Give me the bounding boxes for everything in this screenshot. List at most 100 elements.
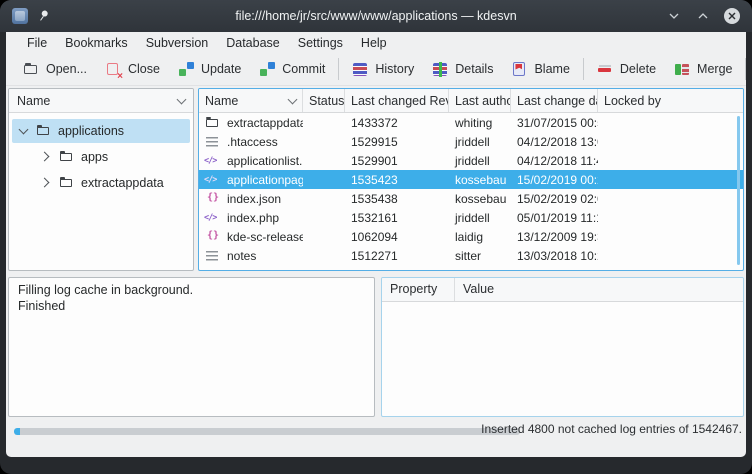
column-header-locked-by[interactable]: Locked by: [598, 89, 743, 112]
toolbar-button-merge[interactable]: Merge: [665, 56, 741, 82]
toolbar-button-label: Open...: [46, 62, 87, 76]
file-name-label: index.php: [227, 211, 279, 225]
file-author-cell: sitter: [449, 249, 511, 263]
file-name-label: applicationlist.php: [227, 154, 303, 168]
expand-chevron-icon[interactable]: [41, 151, 53, 163]
toolbar-button-blame[interactable]: Blame: [502, 56, 578, 82]
collapse-chevron-icon[interactable]: [18, 125, 30, 137]
toolbar-button-label: Blame: [534, 62, 569, 76]
progress-bar-fill: [14, 428, 20, 435]
file-name-cell: index.json: [199, 191, 303, 207]
column-header-last-author[interactable]: Last author: [449, 89, 511, 112]
folder-icon: [59, 149, 75, 165]
folder-icon: [205, 115, 221, 131]
toolbar: Open... CloseUpdateCommit HistoryDetails Bl…: [6, 53, 746, 86]
maximize-button[interactable]: [695, 8, 711, 24]
file-author-cell: laidig: [449, 230, 511, 244]
column-header-label: Locked by: [604, 94, 661, 108]
file-row-index-php[interactable]: index.php1532161jriddell05/01/2019 11:11: [199, 208, 743, 227]
file-name-cell: extractappdata: [199, 115, 303, 131]
menu-item-bookmarks[interactable]: Bookmarks: [56, 34, 137, 52]
file-name-label: applicationpage.php: [227, 173, 303, 187]
file-name-cell: applicationlist.php: [199, 153, 303, 169]
details-icon: [432, 61, 449, 78]
kdesvn-window: file:///home/jr/src/www/www/applications…: [0, 0, 752, 474]
file-revision-cell: 1535438: [345, 192, 449, 206]
folder-open-icon: [23, 61, 40, 78]
file-revision-cell: 1535423: [345, 173, 449, 187]
toolbar-button-history[interactable]: History: [343, 56, 423, 82]
menu-item-subversion[interactable]: Subversion: [137, 34, 218, 52]
tree-item-applications[interactable]: applications: [12, 119, 190, 143]
text-file-icon: [205, 248, 221, 264]
file-revision-cell: 1532161: [345, 211, 449, 225]
file-row-htaccess[interactable]: .htaccess1529915jriddell04/12/2018 13:01: [199, 132, 743, 151]
minimize-button[interactable]: [666, 8, 682, 24]
file-name-cell: kde-sc-releases.json: [199, 229, 303, 245]
php-file-icon: [205, 172, 221, 188]
properties-panel: PropertyValue: [381, 277, 744, 417]
toolbar-button-close[interactable]: Close: [96, 56, 169, 82]
column-header-status[interactable]: Status: [303, 89, 345, 112]
file-date-cell: 15/02/2019 02:01: [511, 192, 598, 206]
kdesvn-app-icon: [12, 8, 28, 24]
file-row-extractappdata[interactable]: extractappdata1433372whiting31/07/2015 0…: [199, 113, 743, 132]
close-icon: [724, 8, 740, 24]
property-column-header-property[interactable]: Property: [382, 278, 455, 301]
property-column-header-value[interactable]: Value: [455, 278, 502, 301]
file-name-label: kde-sc-releases.json: [227, 230, 303, 244]
php-file-icon: [205, 210, 221, 226]
column-header-name[interactable]: Name: [199, 89, 303, 112]
toolbar-button-open[interactable]: Open...: [14, 56, 96, 82]
column-header-label: Name: [205, 94, 238, 108]
file-row-index-json[interactable]: index.json1535438kossebau15/02/2019 02:0…: [199, 189, 743, 208]
update-icon: [178, 61, 195, 78]
close-document-icon: [105, 61, 122, 78]
menu-item-settings[interactable]: Settings: [289, 34, 352, 52]
tree-header[interactable]: Name: [9, 89, 193, 113]
file-list-panel: Name StatusLast changed RevisionLast auth…: [198, 88, 744, 271]
column-header-last-changed-revision[interactable]: Last changed Revision: [345, 89, 449, 112]
tree-item-label: apps: [81, 150, 108, 164]
properties-header: PropertyValue: [382, 278, 743, 302]
toolbar-separator: [583, 58, 584, 80]
toolbar-button-delete[interactable]: Delete: [588, 56, 665, 82]
file-row-kde-sc-releases-json[interactable]: kde-sc-releases.json1062094laidig13/12/2…: [199, 227, 743, 246]
file-date-cell: 04/12/2018 13:01: [511, 135, 598, 149]
close-button[interactable]: [724, 8, 740, 24]
file-name-label: index.json: [227, 192, 281, 206]
sort-indicator-icon: [288, 94, 298, 104]
toolbar-button-update[interactable]: Update: [169, 56, 250, 82]
file-date-cell: 15/02/2019 00:24: [511, 173, 598, 187]
log-panel: Filling log cache in background.Finished: [8, 277, 375, 417]
tree-item-extractappdata[interactable]: extractappdata: [12, 171, 190, 195]
vertical-scrollbar[interactable]: [737, 116, 740, 265]
column-header-last-change-date[interactable]: Last change date: [511, 89, 598, 112]
merge-icon: [674, 61, 691, 78]
file-name-cell: applicationpage.php: [199, 172, 303, 188]
toolbar-button-details[interactable]: Details: [423, 56, 502, 82]
pin-icon[interactable]: [34, 7, 52, 25]
toolbar-button-commit[interactable]: Commit: [250, 56, 334, 82]
menu-item-help[interactable]: Help: [352, 34, 396, 52]
file-row-notes[interactable]: notes1512271sitter13/03/2018 10:26: [199, 246, 743, 265]
titlebar[interactable]: file:///home/jr/src/www/www/applications…: [0, 0, 752, 32]
tree-item-apps[interactable]: apps: [12, 145, 190, 169]
folder-icon: [59, 175, 75, 191]
chevron-down-icon: [668, 10, 680, 22]
blame-icon: [511, 61, 528, 78]
menu-item-database[interactable]: Database: [217, 34, 289, 52]
file-row-applicationpage-php[interactable]: applicationpage.php1535423kossebau15/02/…: [199, 170, 743, 189]
file-row-applicationlist-php[interactable]: applicationlist.php1529901jriddell04/12/…: [199, 151, 743, 170]
file-author-cell: whiting: [449, 116, 511, 130]
menu-item-file[interactable]: File: [18, 34, 56, 52]
php-file-icon: [205, 153, 221, 169]
window-controls: [666, 8, 740, 24]
expand-chevron-icon[interactable]: [41, 177, 53, 189]
file-revision-cell: 1062094: [345, 230, 449, 244]
tree-body: applications apps extractappdata: [9, 113, 193, 195]
file-revision-cell: 1433372: [345, 116, 449, 130]
tree-item-label: extractappdata: [81, 176, 164, 190]
folder-icon: [36, 123, 52, 139]
file-author-cell: jriddell: [449, 135, 511, 149]
